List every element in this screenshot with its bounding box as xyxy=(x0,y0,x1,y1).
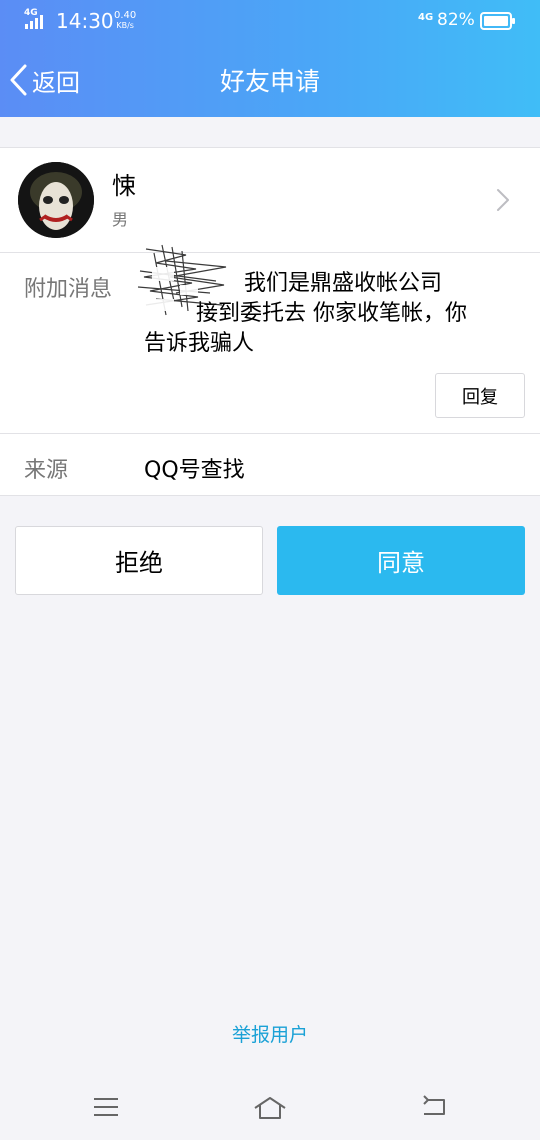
network-type-right: 4G xyxy=(418,12,434,23)
profile-name: 悚 xyxy=(112,172,136,200)
battery-icon xyxy=(480,12,515,30)
profile-card[interactable]: 悚 男 xyxy=(0,147,540,253)
battery-percent: 82% xyxy=(437,10,475,30)
reject-button[interactable]: 拒绝 xyxy=(15,526,263,595)
message-section: 附加消息 我们是鼎盛收帐公司 接到委托去 你家收笔帐，你 告诉我骗人 回复 xyxy=(0,244,540,434)
accept-button[interactable]: 同意 xyxy=(277,526,525,595)
home-icon[interactable] xyxy=(252,1094,288,1122)
source-label: 来源 xyxy=(24,458,69,483)
message-label: 附加消息 xyxy=(24,277,113,302)
reply-button[interactable]: 回复 xyxy=(435,373,525,418)
source-value: QQ号查找 xyxy=(144,458,245,483)
message-text: 我们是鼎盛收帐公司 接到委托去 你家收笔帐，你 告诉我骗人 xyxy=(144,271,467,356)
status-time: 14:30 xyxy=(56,9,114,33)
avatar[interactable] xyxy=(18,162,94,238)
chevron-right-icon xyxy=(497,189,509,211)
menu-icon[interactable] xyxy=(92,1094,120,1120)
header-bar: 4G 14:30 0.40 KB/s 4G 82% 返回 好友申请 xyxy=(0,0,540,117)
network-type-label: 4G xyxy=(24,8,38,18)
system-nav-bar xyxy=(0,1080,540,1140)
status-bar: 4G 14:30 0.40 KB/s 4G 82% xyxy=(0,0,540,42)
page-title: 好友申请 xyxy=(219,67,320,96)
back-nav-icon[interactable] xyxy=(420,1094,448,1120)
report-user-link[interactable]: 举报用户 xyxy=(0,1020,540,1047)
avatar-image xyxy=(18,162,94,238)
source-section: 来源 QQ号查找 xyxy=(0,434,540,496)
profile-gender: 男 xyxy=(112,210,129,229)
network-speed: 0.40 KB/s xyxy=(114,10,137,31)
